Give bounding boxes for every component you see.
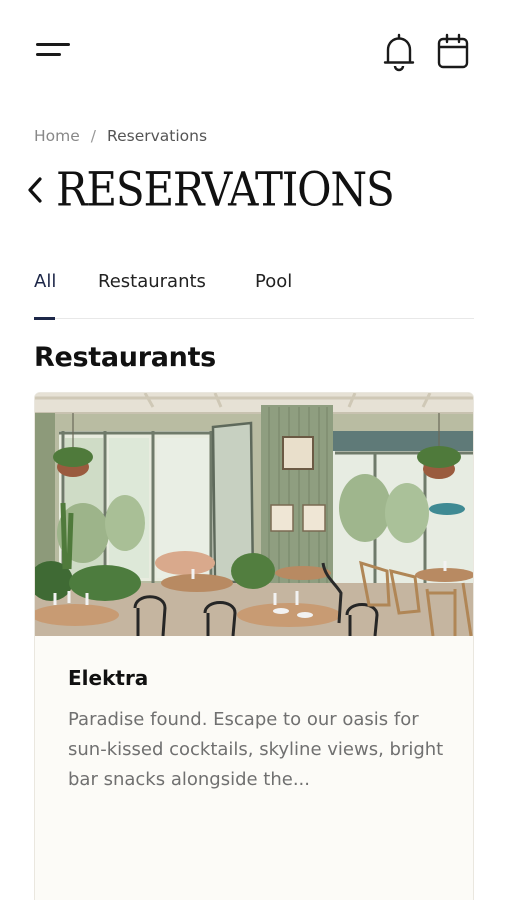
breadcrumb-separator: /: [90, 127, 97, 145]
bell-icon[interactable]: [382, 32, 416, 72]
page-title: RESERVATIONS: [56, 162, 395, 217]
restaurant-interior-photo: [35, 393, 473, 636]
card-description: Paradise found. Escape to our oasis for …: [68, 709, 444, 790]
tab-bar: All Restaurants Pool: [34, 268, 474, 320]
tab-all[interactable]: All: [34, 271, 56, 292]
active-tab-indicator: [34, 317, 55, 320]
page-header: RESERVATIONS: [24, 162, 395, 218]
section-title: Restaurants: [34, 342, 216, 373]
breadcrumb-home-link[interactable]: Home: [34, 127, 80, 145]
card-title: Elektra: [68, 666, 149, 690]
calendar-icon[interactable]: [436, 33, 470, 69]
tab-restaurants[interactable]: Restaurants: [98, 271, 206, 292]
breadcrumb-current: Reservations: [107, 127, 208, 145]
top-bar: [0, 0, 507, 100]
hamburger-menu-icon[interactable]: [36, 40, 74, 62]
restaurant-card[interactable]: Elektra Paradise found. Escape to our oa…: [34, 392, 474, 900]
chevron-left-icon[interactable]: [24, 170, 48, 210]
tab-pool[interactable]: Pool: [255, 271, 292, 292]
breadcrumb: Home / Reservations: [34, 127, 207, 145]
